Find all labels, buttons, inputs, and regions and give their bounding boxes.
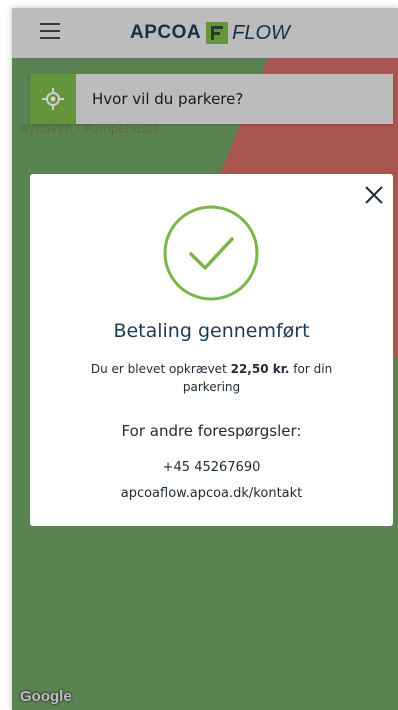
close-icon[interactable] — [363, 184, 385, 206]
support-website-link[interactable]: apcoaflow.apcoa.dk/kontakt — [30, 486, 393, 501]
charged-prefix: Du er blevet opkrævet — [90, 362, 231, 376]
check-circle-icon — [162, 204, 260, 306]
charged-amount: 22,50 kr. — [230, 362, 290, 376]
payment-success-dialog: Betaling gennemført Du er blevet opkræve… — [30, 174, 393, 526]
support-phone[interactable]: +45 45267690 — [30, 460, 393, 475]
inquiries-label: For andre forespørgsler: — [121, 422, 302, 440]
dialog-title: Betaling gennemført — [113, 320, 310, 342]
charged-message: Du er blevet opkrævet 22,50 kr. for din … — [90, 360, 333, 396]
